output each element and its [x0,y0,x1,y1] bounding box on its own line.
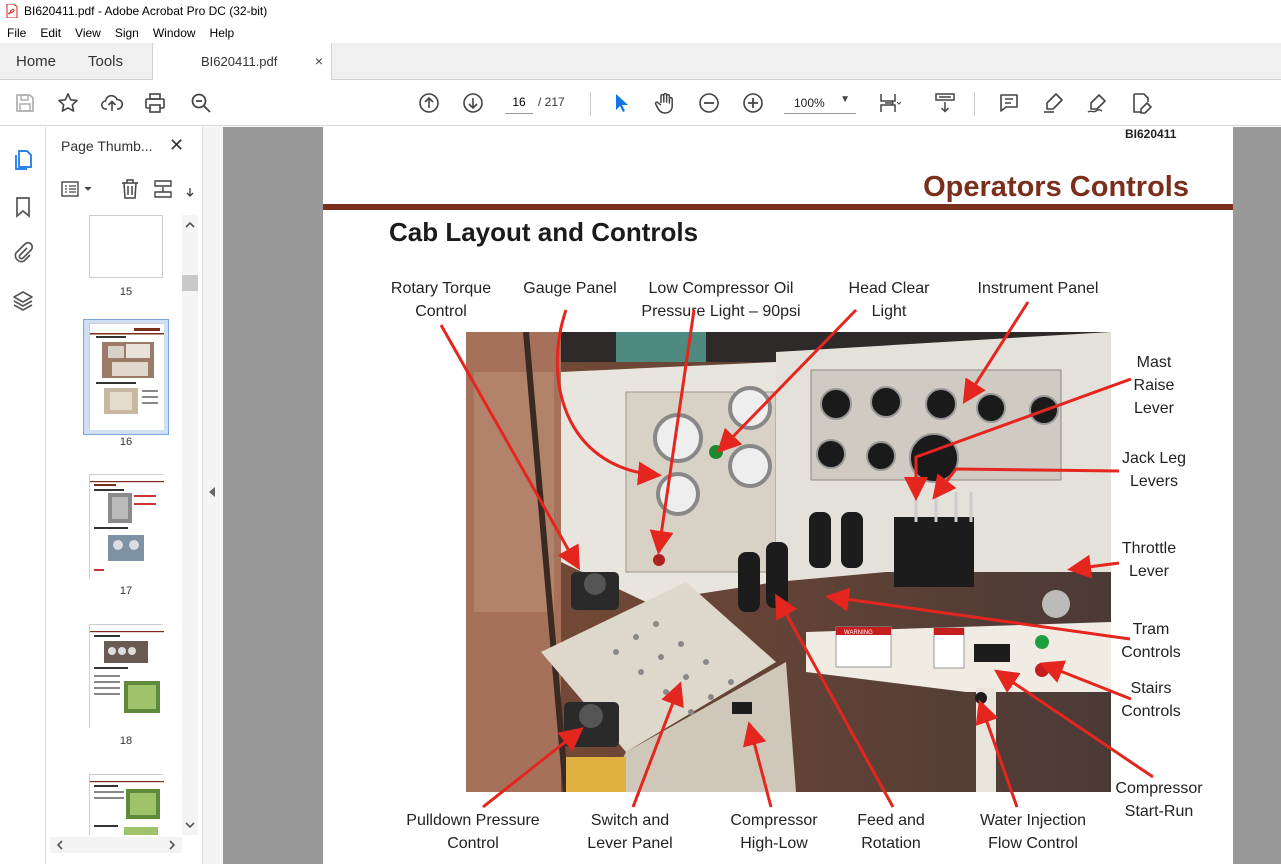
thumbnail-number: 18 [119,735,133,747]
toolbar-divider [974,92,975,116]
menu-view[interactable]: View [68,26,108,40]
thumbnail-toolbar [46,175,203,205]
attachment-icon[interactable] [11,241,35,265]
thumbnail-page-16[interactable] [89,323,164,430]
thumbnail-page-15[interactable] [89,215,163,278]
page-down-icon[interactable] [460,90,486,116]
thumbnail-vertical-scrollbar[interactable] [182,215,198,835]
thumbnail-horizontal-scrollbar[interactable] [50,837,182,853]
thumbnail-page-19[interactable] [89,774,164,835]
page-number-input[interactable] [505,90,533,114]
thumbnail-options-icon[interactable] [60,179,96,206]
thumbnail-page-18[interactable] [89,624,164,729]
menu-bar: File Edit View Sign Window Help [0,22,1281,43]
panel-close-icon[interactable]: ✕ [169,135,184,156]
menu-file[interactable]: File [0,26,33,40]
left-tool-rail [0,127,46,864]
thumbnail-list: 15 16 17 18 [46,215,182,835]
tab-bar: Home Tools BI620411.pdf × [0,43,1281,81]
page-total: / 217 [538,95,565,109]
zoom-search-icon[interactable] [188,90,214,116]
callout-arrows [439,301,1154,809]
acrobat-pdf-icon [6,3,18,19]
collapse-arrow-icon[interactable] [209,487,215,497]
print-icon[interactable] [142,90,168,116]
fit-page-icon[interactable] [876,90,902,116]
tab-document-name: BI620411.pdf [201,54,278,69]
scroll-mode-icon[interactable] [932,90,958,116]
zoom-level-value: 100% [794,96,825,110]
thumbnail-page-17[interactable] [89,474,164,579]
comment-icon[interactable] [996,90,1022,116]
bookmark-icon[interactable] [11,195,35,219]
hand-icon[interactable] [652,90,678,116]
document-viewport[interactable]: BI620411 Operators Controls Cab Layout a… [223,127,1281,864]
tab-document[interactable]: BI620411.pdf × [152,43,332,81]
toolbar-divider [590,92,591,116]
menu-help[interactable]: Help [203,26,242,40]
layers-icon[interactable] [11,289,35,313]
panel-collapse-strip[interactable] [203,127,223,864]
tab-close-icon[interactable]: × [315,53,323,69]
upload-icon[interactable] [99,90,125,116]
chevron-down-icon: ▼ [840,94,850,105]
page-up-icon[interactable] [416,90,442,116]
page-thumbnails-icon[interactable] [11,148,35,172]
zoom-in-icon[interactable] [740,90,766,116]
menu-window[interactable]: Window [146,26,203,40]
delete-icon[interactable] [119,178,141,205]
sign-icon[interactable] [1084,90,1110,116]
scrollbar-thumb[interactable] [182,275,198,291]
thumbnail-number: 17 [119,585,133,597]
rotate-pages-icon[interactable] [186,178,198,205]
highlight-icon[interactable] [1040,90,1066,116]
zoom-level-dropdown[interactable]: 100% ▼ [784,90,856,114]
window-title: BI620411.pdf - Adobe Acrobat Pro DC (32-… [24,4,268,18]
tab-home[interactable]: Home [16,53,56,70]
thumbnail-number: 15 [119,286,133,298]
panel-title: Page Thumb... [61,138,153,154]
menu-edit[interactable]: Edit [33,26,68,40]
window-title-bar: BI620411.pdf - Adobe Acrobat Pro DC (32-… [0,0,1281,22]
star-icon[interactable] [55,90,81,116]
edit-pdf-icon[interactable] [1128,90,1154,116]
extract-pages-icon[interactable] [152,178,174,205]
tab-tools[interactable]: Tools [88,53,123,70]
save-icon[interactable] [12,90,38,116]
main-toolbar: / 217 100% ▼ [0,80,1281,126]
pdf-page: BI620411 Operators Controls Cab Layout a… [323,127,1233,864]
select-arrow-icon[interactable] [608,90,634,116]
thumbnail-number: 16 [119,436,133,448]
page-thumbnails-panel: Page Thumb... ✕ 15 16 17 18 [46,127,203,864]
zoom-out-icon[interactable] [696,90,722,116]
menu-sign[interactable]: Sign [108,26,146,40]
